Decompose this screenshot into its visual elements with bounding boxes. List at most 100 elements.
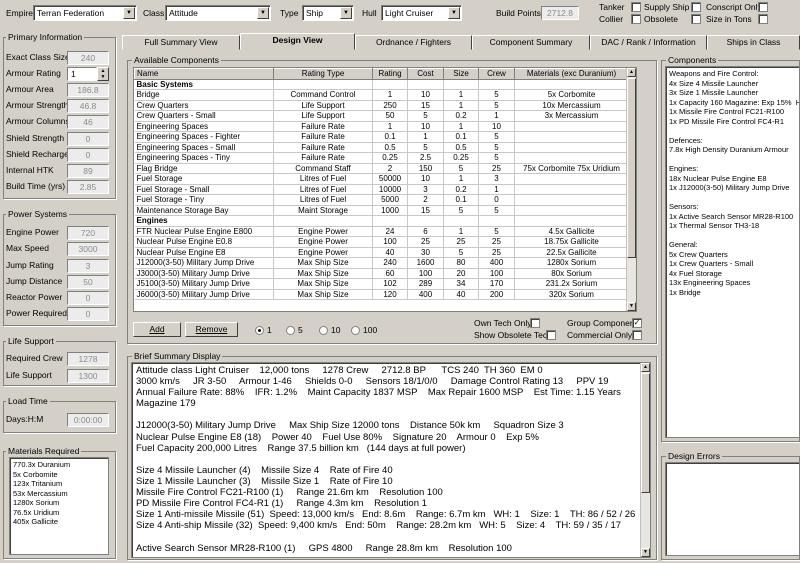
components-table[interactable]: Name Rating Type Rating Cost Size Crew M…: [133, 67, 637, 312]
table-row[interactable]: Maintenance Storage Bay Maint Storage 1000…: [134, 205, 629, 216]
table-row[interactable]: J6000(3-50) Military Jump Drive Max Ship …: [134, 289, 629, 300]
own-tech-checkbox[interactable]: [530, 318, 540, 328]
table-cell: [273, 215, 373, 227]
quantity-radio-1[interactable]: [255, 326, 264, 335]
table-cell: Maintenance Storage Bay: [134, 205, 274, 216]
table-cell: 4.5x Gallicite: [514, 226, 629, 237]
tab-ordnance-fighters[interactable]: Ordnance / Fighters: [355, 35, 472, 50]
table-cell: [407, 215, 444, 227]
table-cell: Engineering Spaces - Small: [134, 142, 274, 153]
armour-rating-spinner[interactable]: ▲ ▼: [97, 67, 109, 81]
table-row[interactable]: Bridge Command Control 1 10 1 5 5x Corbomite: [134, 89, 629, 101]
table-row[interactable]: Fuel Storage - Tiny Litres of Fuel 5000 2 0.…: [134, 194, 629, 206]
table-cell: 24: [372, 226, 408, 237]
class-select-value: Attitude: [169, 8, 198, 18]
quantity-radio-5-label: 5: [298, 325, 303, 335]
supply-ship-checkbox[interactable]: [691, 2, 701, 12]
column-header[interactable]: Name: [134, 68, 274, 80]
column-header[interactable]: Rating: [372, 68, 408, 80]
components-scrollbar[interactable]: ▲ ▼: [626, 68, 636, 311]
empire-select[interactable]: Terran Federation ▼: [33, 5, 137, 21]
column-header[interactable]: Materials (exc Duranium): [514, 68, 629, 80]
table-row[interactable]: Fuel Storage Litres of Fuel 50000 10 1 3: [134, 173, 629, 185]
components-textbox[interactable]: Weapons and Fire Control: 4x Size 4 Miss…: [665, 66, 800, 438]
table-row[interactable]: Engineering Spaces - Fighter Failure Rate…: [134, 131, 629, 143]
column-header[interactable]: Size: [443, 68, 479, 80]
column-header[interactable]: Crew: [478, 68, 515, 80]
size-in-tons-checkbox[interactable]: [758, 14, 768, 24]
scroll-up-icon[interactable]: ▲: [627, 68, 636, 77]
class-label: Class: [143, 8, 165, 18]
table-group-row[interactable]: Basic Systems: [134, 79, 629, 90]
scroll-up-icon[interactable]: ▲: [641, 363, 650, 372]
table-group-row[interactable]: Engines: [134, 215, 629, 227]
design-errors-textbox[interactable]: [665, 462, 800, 556]
column-header[interactable]: Rating Type: [273, 68, 373, 80]
remove-button[interactable]: Remove: [185, 322, 238, 337]
table-row[interactable]: J5100(3-50) Military Jump Drive Max Ship …: [134, 278, 629, 290]
available-components-title: Available Components: [132, 55, 221, 65]
table-cell: 18.75x Gallicite: [514, 236, 629, 248]
table-cell: Flag Bridge: [134, 163, 274, 174]
table-cell: 10: [407, 89, 444, 101]
table-row[interactable]: J12000(3-50) Military Jump Drive Max Ship…: [134, 257, 629, 269]
scroll-thumb[interactable]: [627, 78, 636, 258]
table-row[interactable]: J3000(3-50) Military Jump Drive Max Ship …: [134, 268, 629, 279]
reactor-power-value: 0: [67, 291, 109, 305]
quantity-radio-100[interactable]: [351, 326, 360, 335]
table-row[interactable]: FTR Nuclear Pulse Engine E800 Engine Powe…: [134, 226, 629, 237]
scroll-thumb[interactable]: [641, 373, 650, 493]
shield-strength-value: 0: [67, 132, 109, 146]
tab-ships-in-class[interactable]: Ships in Class: [707, 35, 800, 50]
table-row[interactable]: Engineering Spaces Failure Rate 1 10 1 10: [134, 121, 629, 132]
table-row[interactable]: Nuclear Pulse Engine E0.8 Engine Power 100…: [134, 236, 629, 248]
obsolete-checkbox[interactable]: [691, 14, 701, 24]
tanker-checkbox[interactable]: [631, 2, 641, 12]
commercial-only-checkbox[interactable]: [632, 330, 642, 340]
quantity-radio-5[interactable]: [286, 326, 295, 335]
scroll-down-icon[interactable]: ▼: [627, 302, 636, 311]
power-required-label: Power Required: [6, 308, 67, 318]
add-button[interactable]: Add: [133, 322, 181, 337]
table-cell: Basic Systems: [134, 79, 274, 90]
armour-rating-input[interactable]: 1: [67, 67, 97, 81]
table-cell: [514, 184, 629, 195]
table-cell: Litres of Fuel: [273, 194, 373, 206]
show-obsolete-checkbox[interactable]: [546, 330, 556, 340]
table-row[interactable]: Engineering Spaces - Tiny Failure Rate 0.2…: [134, 152, 629, 164]
table-cell: 5: [443, 247, 479, 258]
table-cell: 400: [478, 257, 515, 269]
table-cell: Command Staff: [273, 163, 373, 174]
table-row[interactable]: Nuclear Pulse Engine E8 Engine Power 40 30 5…: [134, 247, 629, 258]
hull-select[interactable]: Light Cruiser ▼: [381, 5, 462, 21]
column-header[interactable]: Cost: [407, 68, 444, 80]
table-cell: Nuclear Pulse Engine E0.8: [134, 236, 274, 248]
group-components-checkbox[interactable]: ✓: [632, 318, 642, 328]
table-row[interactable]: Crew Quarters Life Support 250 15 1 5 10x Merc…: [134, 100, 629, 111]
table-row[interactable]: Engineering Spaces - Small Failure Rate 0.…: [134, 142, 629, 153]
tab-full-summary[interactable]: Full Summary View: [122, 35, 240, 50]
table-cell: J5100(3-50) Military Jump Drive: [134, 278, 274, 290]
primary-info-title: Primary Information: [6, 32, 85, 42]
collier-checkbox[interactable]: [631, 14, 641, 24]
brief-scrollbar[interactable]: ▲ ▼: [640, 363, 650, 557]
tab-component-summary[interactable]: Component Summary: [472, 35, 590, 50]
class-select[interactable]: Attitude ▼: [165, 5, 271, 21]
scroll-down-icon[interactable]: ▼: [641, 548, 650, 557]
table-cell: 5: [407, 142, 444, 153]
table-cell: 25: [407, 236, 444, 248]
required-crew-value: 1278: [67, 352, 109, 366]
table-row[interactable]: Crew Quarters - Small Life Support 50 5 0.2 1…: [134, 110, 629, 122]
table-row[interactable]: Fuel Storage - Small Litres of Fuel 10000 3…: [134, 184, 629, 195]
conscript-only-checkbox[interactable]: [758, 2, 768, 12]
table-cell: [514, 121, 629, 132]
tab-design-view[interactable]: Design View: [240, 33, 355, 50]
table-cell: 320x Sorium: [514, 289, 629, 300]
brief-summary-title: Brief Summary Display: [132, 351, 223, 361]
quantity-radio-10[interactable]: [319, 326, 328, 335]
table-cell: 10: [407, 173, 444, 185]
tab-dac-rank[interactable]: DAC / Rank / Information: [590, 35, 707, 50]
type-select[interactable]: Ship ▼: [302, 5, 354, 21]
table-row[interactable]: Flag Bridge Command Staff 2 150 5 25 75x Corbo…: [134, 163, 629, 174]
brief-summary-textbox[interactable]: Attitude class Light Cruiser 12,000 tons…: [131, 362, 651, 558]
